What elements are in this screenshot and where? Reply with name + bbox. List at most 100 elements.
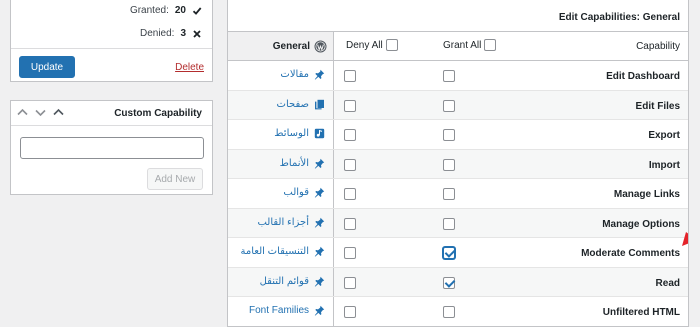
group-link[interactable]: قوالب <box>283 187 325 198</box>
group-link-label: الأنماط <box>279 157 309 169</box>
pin-icon <box>314 246 325 257</box>
update-button[interactable]: Update <box>19 56 75 78</box>
custom-capability-header: Custom Capability <box>11 101 212 126</box>
group-cell: التنسيقات العامة <box>228 238 334 267</box>
granted-label: Granted: <box>129 5 169 16</box>
capability-name: Moderate Comments <box>581 248 680 259</box>
capability-row: قوائم التنقل Read <box>228 267 688 297</box>
grant-checkbox[interactable] <box>443 247 455 259</box>
group-link[interactable]: Font Families <box>249 305 325 316</box>
capability-row: أجزاء القالب Manage Options <box>228 208 688 238</box>
group-cell: صفحات <box>228 90 334 119</box>
deny-checkbox[interactable] <box>344 70 356 82</box>
deny-checkbox[interactable] <box>344 247 356 259</box>
pin-icon <box>314 69 325 80</box>
group-link-label: الوسائط <box>274 128 309 139</box>
grant-checkbox[interactable] <box>443 158 455 171</box>
capability-name: Import <box>648 159 680 171</box>
capability-row: قوالب Manage Links <box>228 179 688 209</box>
capability-row: مقالات Edit Dashboard <box>228 61 688 91</box>
pin-icon <box>314 187 325 198</box>
delete-link[interactable]: Delete <box>175 62 204 73</box>
pin-icon <box>314 276 325 287</box>
pin-icon <box>314 158 325 169</box>
granted-summary: Granted: 20 <box>130 5 202 16</box>
capability-name: Edit Dashboard <box>606 71 680 82</box>
capability-row: Font Families Unfiltered HTML <box>228 297 688 326</box>
capability-row: صفحات Edit Files <box>228 90 688 120</box>
pin-icon <box>314 217 325 228</box>
denied-label: Denied: <box>139 28 175 39</box>
group-link-label: صفحات <box>276 98 309 110</box>
group-link[interactable]: قوائم التنقل <box>260 276 325 287</box>
capabilities-panel: Edit Capabilities: General General Deny … <box>227 0 689 327</box>
capability-name: Read <box>655 277 680 289</box>
group-cell: أجزاء القالب <box>228 208 334 237</box>
panel-title: Edit Capabilities: General <box>558 12 680 23</box>
custom-capability-input[interactable] <box>20 137 204 159</box>
group-cell: Font Families <box>228 297 334 326</box>
group-cell: الوسائط <box>228 120 334 149</box>
panel-title-bar: Edit Capabilities: General <box>228 0 688 32</box>
caret-up-icon[interactable] <box>53 107 64 118</box>
deny-checkbox[interactable] <box>344 276 356 289</box>
group-link[interactable]: الأنماط <box>280 158 325 169</box>
capability-name: Manage Options <box>602 218 680 230</box>
grant-checkbox[interactable] <box>443 217 455 230</box>
caret-down-icon[interactable] <box>35 107 46 118</box>
check-icon <box>192 6 202 15</box>
pages-icon <box>314 99 325 110</box>
denied-count: 3 <box>180 28 186 39</box>
add-new-button[interactable]: Add New <box>147 168 203 190</box>
capability-name: Export <box>648 130 680 141</box>
capability-name: Manage Links <box>613 189 680 200</box>
grant-all-checkbox[interactable] <box>484 39 497 51</box>
grant-checkbox[interactable] <box>443 99 455 112</box>
group-link[interactable]: أجزاء القالب <box>257 217 325 228</box>
group-cell: الأنماط <box>228 149 334 178</box>
grant-checkbox[interactable] <box>443 70 455 82</box>
grant-checkbox[interactable] <box>443 306 455 318</box>
group-link[interactable]: التنسيقات العامة <box>240 246 325 257</box>
summary-box: Granted: 20 Denied: 3 Update Delete <box>10 0 213 82</box>
grant-checkbox[interactable] <box>443 129 455 141</box>
grant-all-control[interactable]: Grant All <box>443 39 497 51</box>
group-link[interactable]: الوسائط <box>274 128 325 139</box>
denied-summary: Denied: 3 <box>140 28 202 39</box>
deny-checkbox[interactable] <box>344 188 356 200</box>
group-link[interactable]: صفحات <box>277 99 325 110</box>
pin-icon <box>314 305 325 316</box>
grant-checkbox[interactable] <box>443 276 455 289</box>
deny-checkbox[interactable] <box>344 129 356 141</box>
grant-all-label: Grant All <box>443 39 482 51</box>
deny-all-control[interactable]: Deny All <box>346 39 398 51</box>
media-icon <box>314 128 325 139</box>
capability-name: Unfiltered HTML <box>602 307 680 318</box>
summary-divider <box>11 48 212 49</box>
grant-checkbox[interactable] <box>443 188 455 200</box>
deny-checkbox[interactable] <box>344 306 356 318</box>
group-header-cell: General <box>228 32 334 60</box>
group-link-label: مقالات <box>280 69 309 80</box>
group-link[interactable]: مقالات <box>280 69 325 80</box>
capabilities-rows: مقالات Edit Dashboard صفحات Edit Files الوسا… <box>228 61 688 326</box>
box-order-controls <box>17 107 64 118</box>
deny-all-checkbox[interactable] <box>385 39 398 51</box>
group-link-label: أجزاء القالب <box>257 216 309 228</box>
deny-checkbox[interactable] <box>344 99 356 112</box>
deny-checkbox[interactable] <box>344 217 356 230</box>
deny-checkbox[interactable] <box>344 158 356 171</box>
capability-row: الأنماط Import <box>228 149 688 179</box>
arrow-annotation-icon <box>682 232 688 246</box>
group-header-label: General <box>272 41 310 52</box>
capabilities-header: General Deny All Grant All Capability <box>228 32 688 61</box>
group-link-label: Font Families <box>248 305 309 316</box>
granted-count: 20 <box>174 5 186 16</box>
group-link-label: قوائم التنقل <box>259 275 309 287</box>
close-icon <box>193 29 201 38</box>
wordpress-icon <box>314 40 327 53</box>
caret-up-icon[interactable] <box>17 107 28 118</box>
group-cell: قوالب <box>228 179 334 208</box>
capability-row: التنسيقات العامة Moderate Comments <box>228 238 688 268</box>
capability-row: الوسائط Export <box>228 120 688 150</box>
